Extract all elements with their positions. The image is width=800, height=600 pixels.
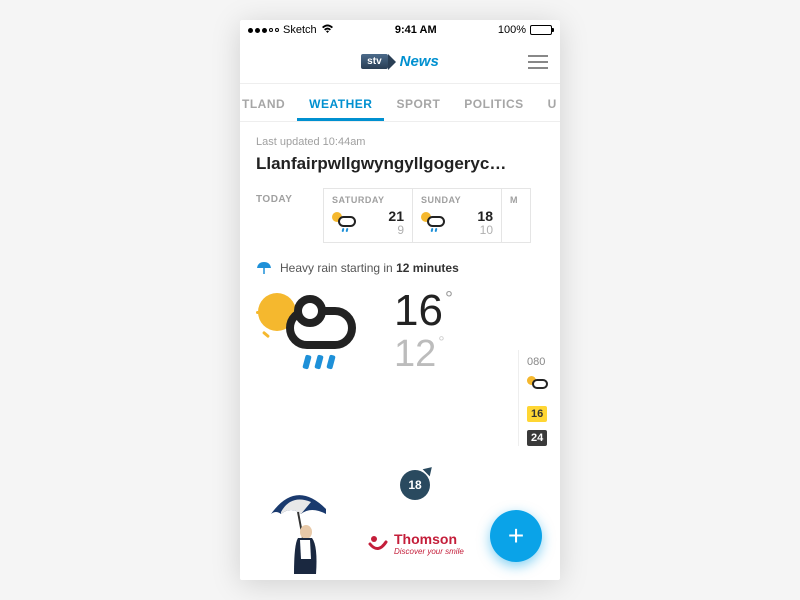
hourly-peek[interactable]: 080 16 24 [518,350,560,446]
weather-icon-large [256,289,376,389]
status-right: 100% [498,24,552,36]
rain-cloud-icon [527,376,553,398]
day-card-sun[interactable]: SUNDAY 18 10 [412,188,502,243]
tab-sport[interactable]: SPORT [384,85,452,121]
phone-frame: Sketch 9:41 AM 100% stv News TLAND WEATH… [240,20,560,580]
sponsor-logo: Thomson Discover your smile [368,531,464,556]
app-logo[interactable]: stv News [361,53,439,70]
status-bar: Sketch 9:41 AM 100% [240,20,560,40]
status-time: 9:41 AM [395,24,437,36]
menu-icon[interactable] [528,55,548,69]
app-header: stv News [240,40,560,84]
add-fab[interactable]: + [490,510,542,562]
today-label[interactable]: TODAY [256,188,324,243]
category-tabs: TLAND WEATHER SPORT POLITICS U [240,84,560,122]
rain-cloud-icon [332,212,358,234]
current-weather: 16° 12° [256,289,544,389]
tab-uk[interactable]: U [536,85,560,121]
logo-text: News [400,53,439,70]
battery-pct: 100% [498,24,526,36]
wifi-icon [321,24,334,37]
rain-cloud-icon [421,212,447,234]
umbrella-icon [256,261,272,275]
battery-icon [530,25,552,35]
umbrella-man-image [256,484,346,574]
tab-politics[interactable]: POLITICS [452,85,535,121]
tui-smile-icon [368,534,388,554]
status-left: Sketch [248,24,334,37]
last-updated: Last updated 10:44am [256,136,544,148]
location-name[interactable]: Llanfairpwllgwyngyllgogeryc… [256,154,544,174]
current-temps: 16° 12° [394,289,453,389]
forecast-strip[interactable]: TODAY SATURDAY 21 9 SUNDA [256,188,544,243]
tab-scotland[interactable]: TLAND [240,85,297,121]
logo-badge: stv [361,54,387,69]
day-card-mon[interactable]: M [501,188,531,243]
tab-weather[interactable]: WEATHER [297,85,384,121]
rain-alert: Heavy rain starting in 12 minutes [256,261,544,275]
carrier-label: Sketch [283,24,317,36]
signal-dots-icon [248,28,279,33]
day-card-sat[interactable]: SATURDAY 21 9 [323,188,413,243]
